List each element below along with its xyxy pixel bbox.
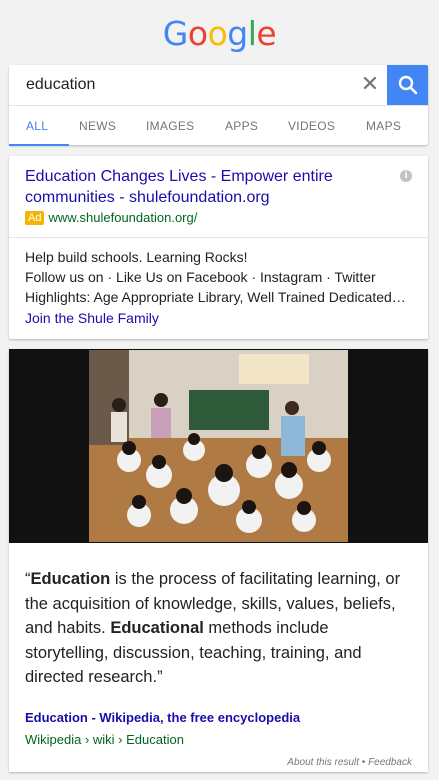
tab-images[interactable]: IMAGES bbox=[146, 106, 194, 146]
term-education: Education bbox=[30, 570, 111, 588]
term-educational: Educational bbox=[110, 619, 204, 637]
knowledge-image[interactable] bbox=[9, 349, 428, 543]
logo-letter: G bbox=[162, 14, 189, 53]
tab-all[interactable]: ALL bbox=[26, 106, 48, 146]
search-button[interactable] bbox=[387, 65, 428, 105]
ad-sitelink-join[interactable]: Join the Shule Family bbox=[25, 310, 159, 326]
ad-badge: Ad bbox=[25, 211, 45, 225]
google-logo[interactable]: Google bbox=[0, 14, 439, 53]
tab-news[interactable]: NEWS bbox=[79, 106, 116, 146]
ad-highlights: Highlights: Age Appropriate Library, Wel… bbox=[25, 289, 406, 305]
logo-letter: e bbox=[256, 14, 277, 53]
knowledge-card: “Education is the process of facilitatin… bbox=[9, 349, 428, 772]
source-link[interactable]: Education - Wikipedia, the free encyclop… bbox=[25, 710, 300, 725]
logo-letter: g bbox=[227, 14, 248, 53]
ad-url-row: Ad www.shulefoundation.org/ bbox=[25, 210, 197, 225]
ad-sitelinks[interactable]: Follow us on · Like Us on Facebook · Ins… bbox=[25, 269, 376, 285]
source-breadcrumb: Wikipedia › wiki › Education bbox=[25, 732, 184, 747]
ad-title-line: communities - shulefoundation.org bbox=[25, 189, 270, 206]
about-result-link[interactable]: About this result bbox=[287, 757, 359, 768]
definition-quote: “Education is the process of facilitatin… bbox=[25, 570, 401, 686]
ad-title-line: Education Changes Lives - Empower entire bbox=[25, 168, 333, 185]
logo-letter: o bbox=[207, 14, 228, 53]
clear-icon[interactable]: ✕ bbox=[358, 73, 382, 97]
result-footer: About this result • Feedback bbox=[287, 757, 412, 768]
search-icon bbox=[398, 75, 417, 95]
tab-apps[interactable]: APPS bbox=[225, 106, 258, 146]
search-row: ✕ bbox=[9, 65, 428, 106]
ad-url: www.shulefoundation.org/ bbox=[48, 210, 198, 225]
feedback-link[interactable]: Feedback bbox=[368, 757, 412, 768]
divider bbox=[9, 237, 428, 238]
tab-videos[interactable]: VIDEOS bbox=[288, 106, 335, 146]
logo-letter: o bbox=[187, 14, 208, 53]
info-icon[interactable]: i bbox=[400, 170, 412, 182]
logo-letter: l bbox=[247, 14, 257, 53]
tab-maps[interactable]: MAPS bbox=[366, 106, 401, 146]
search-input[interactable] bbox=[9, 65, 349, 105]
classroom-photo bbox=[89, 350, 348, 542]
ad-title-link[interactable]: Education Changes Lives - Empower entire… bbox=[25, 166, 385, 208]
ad-description: Help build schools. Learning Rocks! bbox=[25, 249, 248, 265]
ad-result-card: Education Changes Lives - Empower entire… bbox=[9, 156, 428, 339]
active-tab-indicator bbox=[9, 144, 69, 146]
search-box: ✕ ALL NEWS IMAGES APPS VIDEOS MAPS bbox=[9, 65, 428, 146]
search-tabs: ALL NEWS IMAGES APPS VIDEOS MAPS bbox=[9, 106, 428, 146]
